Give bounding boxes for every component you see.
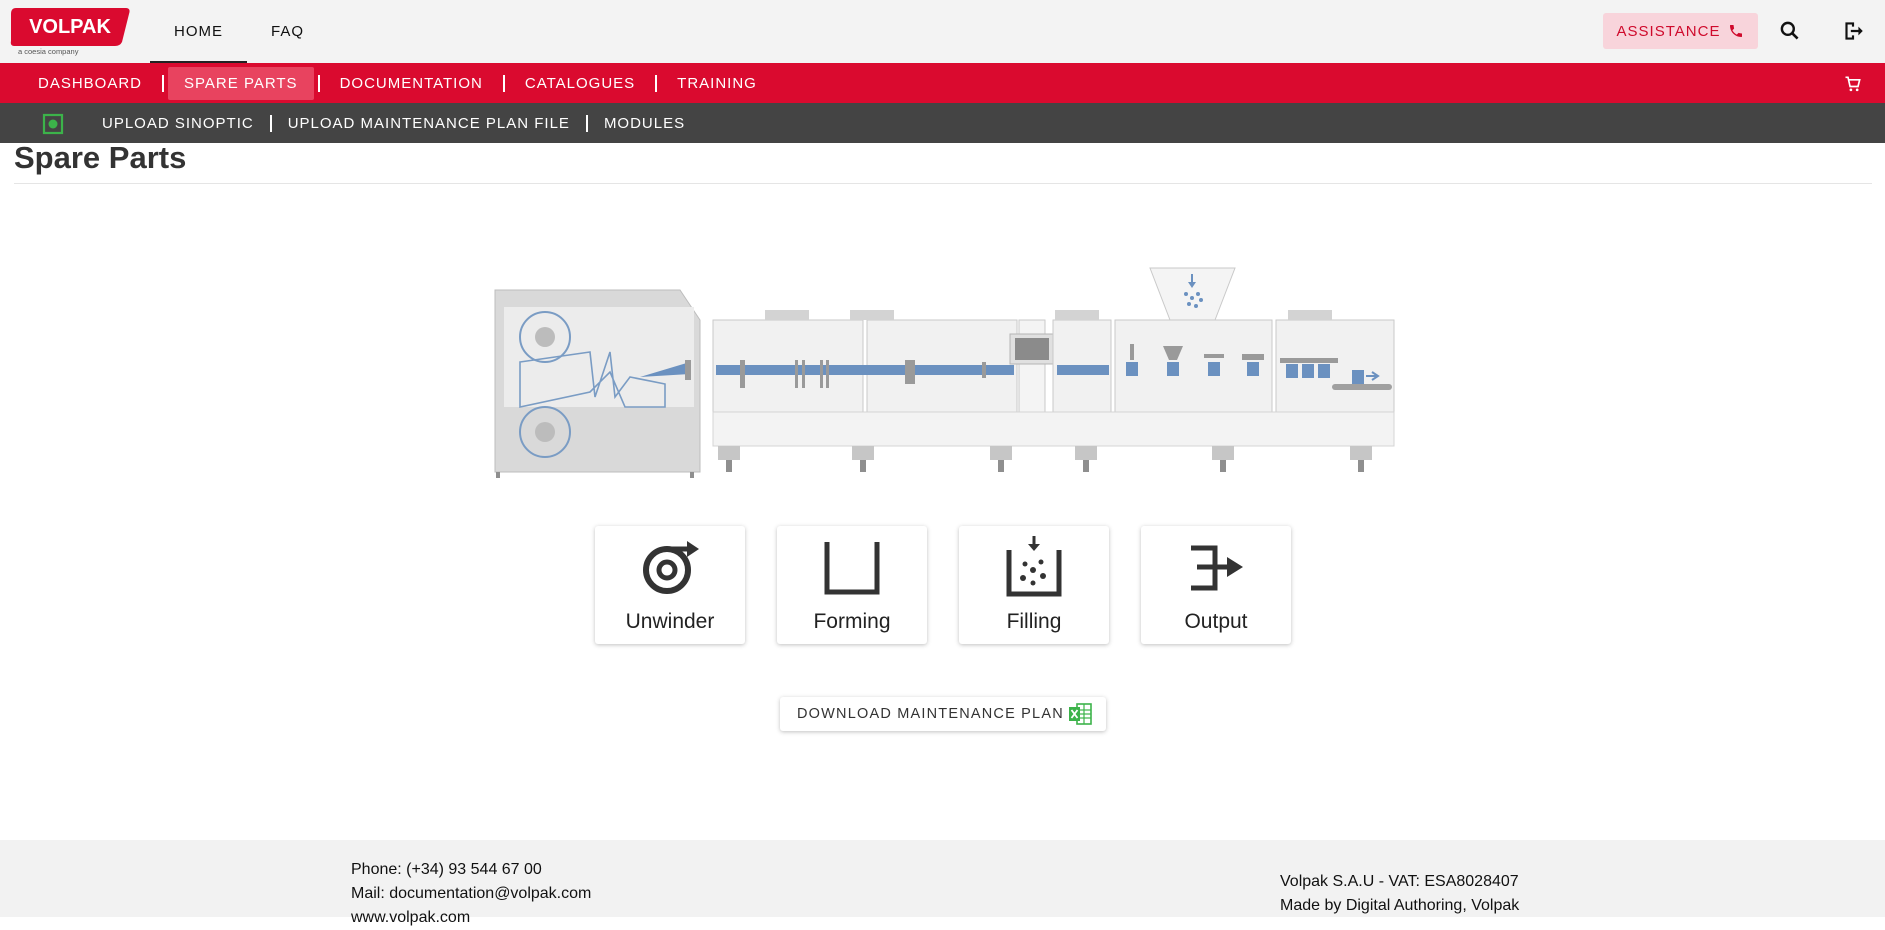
excel-icon xyxy=(1069,703,1092,725)
cart-icon[interactable] xyxy=(1843,74,1863,94)
nav-divider xyxy=(502,74,505,92)
footer-mail[interactable]: Mail: documentation@volpak.com xyxy=(351,882,591,906)
footer-vat: Volpak S.A.U - VAT: ESA8028407 xyxy=(1280,873,1519,890)
nav-home[interactable]: HOME xyxy=(150,0,247,63)
nav-faq[interactable]: FAQ xyxy=(247,0,328,63)
footer-phone: Phone: (+34) 93 544 67 00 xyxy=(351,861,542,878)
machine-status-icon[interactable] xyxy=(42,113,64,135)
search-icon[interactable] xyxy=(1777,18,1803,44)
logout-icon[interactable] xyxy=(1840,18,1866,44)
assistance-button[interactable]: ASSISTANCE xyxy=(1603,13,1758,49)
module-card-forming[interactable]: Forming xyxy=(777,526,927,644)
nav-divider xyxy=(655,74,658,92)
download-button-label: DOWNLOAD MAINTENANCE PLAN xyxy=(797,706,1064,722)
module-card-unwinder[interactable]: Unwinder xyxy=(595,526,745,644)
main-nav: DASHBOARD SPARE PARTS DOCUMENTATION CATA… xyxy=(0,63,1885,103)
page-footer: Phone: (+34) 93 544 67 00 Mail: document… xyxy=(0,840,1885,926)
nav-catalogues[interactable]: CATALOGUES xyxy=(509,67,651,100)
footer-contact: Phone: (+34) 93 544 67 00 Mail: document… xyxy=(351,858,591,930)
unwinder-icon xyxy=(643,541,699,594)
footer-website[interactable]: www.volpak.com xyxy=(351,906,591,930)
footer-company: Volpak S.A.U - VAT: ESA8028407 Made by D… xyxy=(1280,870,1519,918)
module-card-filling[interactable]: Filling xyxy=(959,526,1109,644)
sub-nav: UPLOAD SINOPTIC UPLOAD MAINTENANCE PLAN … xyxy=(0,103,1885,143)
nav-dashboard[interactable]: DASHBOARD xyxy=(22,67,158,100)
nav-divider xyxy=(162,74,165,92)
nav-upload-maintenance-plan-file[interactable]: UPLOAD MAINTENANCE PLAN FILE xyxy=(272,115,586,132)
logo-text: VOLPAK xyxy=(29,16,111,38)
top-nav: HOME FAQ xyxy=(150,0,328,63)
volpak-logo[interactable]: VOLPAK a coesia company xyxy=(10,6,132,56)
module-label: Output xyxy=(1184,610,1248,633)
filling-icon xyxy=(1006,536,1062,597)
forming-icon xyxy=(824,542,880,595)
nav-upload-sinoptic[interactable]: UPLOAD SINOPTIC xyxy=(86,115,270,132)
module-label: Unwinder xyxy=(625,610,715,633)
top-header: VOLPAK a coesia company HOME FAQ ASSISTA… xyxy=(0,0,1885,63)
output-icon xyxy=(1191,545,1243,591)
module-label: Filling xyxy=(1006,610,1062,633)
assistance-label: ASSISTANCE xyxy=(1616,22,1721,40)
download-maintenance-plan-button[interactable]: DOWNLOAD MAINTENANCE PLAN xyxy=(780,697,1106,731)
nav-documentation[interactable]: DOCUMENTATION xyxy=(324,67,499,100)
logo-tagline: a coesia company xyxy=(18,47,79,56)
phone-icon xyxy=(1730,25,1743,37)
title-divider xyxy=(14,183,1872,184)
footer-credits: Made by Digital Authoring, Volpak xyxy=(1280,897,1520,914)
nav-spare-parts[interactable]: SPARE PARTS xyxy=(168,66,314,100)
module-card-output[interactable]: Output xyxy=(1141,526,1291,644)
machine-synoptic-illustration xyxy=(494,267,1395,478)
nav-training[interactable]: TRAINING xyxy=(661,67,773,100)
module-label: Forming xyxy=(813,610,891,633)
nav-divider xyxy=(317,74,320,92)
nav-modules[interactable]: MODULES xyxy=(588,115,701,132)
page-title: Spare Parts xyxy=(14,140,187,175)
